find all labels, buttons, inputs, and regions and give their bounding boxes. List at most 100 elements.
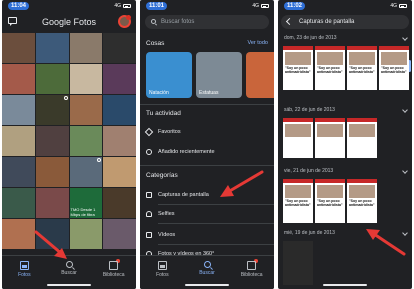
network-label: 4G bbox=[390, 3, 397, 9]
screenshot-thumbnail[interactable]: "Soy un poco antimadridista" bbox=[379, 46, 409, 90]
phone-icon bbox=[146, 191, 152, 198]
screenshot-header bbox=[347, 46, 377, 50]
status-network: 4G bbox=[252, 2, 269, 10]
photo-thumbnail[interactable] bbox=[69, 126, 103, 156]
screenshot-thumbnail[interactable]: "Soy un poco antimadridista" bbox=[283, 46, 313, 90]
date-header: dom, 23 de jun de 2013 bbox=[284, 34, 408, 43]
chevron-down-icon[interactable] bbox=[402, 168, 408, 174]
photo-thumbnail[interactable] bbox=[103, 157, 136, 187]
screenshot-thumbnail[interactable] bbox=[283, 241, 313, 285]
photo-thumbnail[interactable] bbox=[2, 95, 35, 125]
screenshot-thumbnail[interactable] bbox=[283, 118, 313, 158]
screenshot-thumbnail[interactable] bbox=[315, 118, 345, 158]
nav-photos-label: Fotos bbox=[18, 272, 31, 278]
photo-thumbnail[interactable] bbox=[2, 219, 35, 249]
network-label: 4G bbox=[252, 3, 259, 9]
title-fotos: Fotos bbox=[71, 17, 97, 27]
screenshot-image bbox=[317, 124, 343, 137]
photo-thumbnail[interactable] bbox=[69, 64, 103, 94]
photo-thumbnail[interactable] bbox=[103, 64, 136, 94]
screenshot-quote: "Soy un poco antimadridista" bbox=[349, 199, 375, 207]
list-item-selfies[interactable]: Selfies bbox=[146, 208, 268, 220]
list-item-videos[interactable]: Vídeos bbox=[146, 229, 268, 241]
selfie-icon bbox=[146, 210, 152, 217]
list-item-favorites[interactable]: Favoritos bbox=[144, 126, 268, 138]
screenshot-thumbnail[interactable]: "Soy un poco antimadridista" bbox=[347, 179, 377, 223]
see-all-link[interactable]: Ver todo bbox=[248, 40, 269, 46]
thing-card-statues[interactable]: Estatuas bbox=[196, 52, 242, 98]
photo-thumbnail[interactable] bbox=[35, 157, 69, 187]
star-icon bbox=[144, 127, 154, 136]
photo-thumbnail[interactable] bbox=[2, 188, 35, 218]
screenshot-thumbnail[interactable]: "Soy un poco antimadridista" bbox=[283, 179, 313, 223]
thumbnail-caption: TMO Desde 1 Mbps de fibra bbox=[70, 207, 96, 217]
photo-thumbnail[interactable] bbox=[35, 95, 69, 125]
divider bbox=[158, 204, 274, 205]
recent-label: Añadido recientemente bbox=[158, 149, 215, 155]
nav-search-label: Buscar bbox=[61, 270, 77, 276]
thing-card-3[interactable] bbox=[246, 52, 274, 98]
photo-thumbnail[interactable] bbox=[103, 95, 136, 125]
status-time: 11:01 bbox=[146, 2, 168, 10]
screenshot-thumbnail[interactable]: "Soy un poco antimadridista" bbox=[315, 179, 345, 223]
status-time: 11:04 bbox=[8, 2, 30, 10]
screenshot-thumbnail[interactable] bbox=[347, 118, 377, 158]
photo-thumbnail[interactable] bbox=[35, 126, 69, 156]
photo-thumbnail[interactable] bbox=[35, 33, 69, 63]
photos-icon bbox=[19, 261, 29, 270]
screenshot-image bbox=[349, 52, 375, 65]
nav-library[interactable]: Biblioteca bbox=[91, 256, 136, 289]
photo-thumbnail[interactable] bbox=[69, 157, 103, 187]
chevron-down-icon[interactable] bbox=[402, 35, 408, 41]
photo-thumbnail[interactable] bbox=[2, 157, 35, 187]
screenshot-image bbox=[349, 124, 375, 137]
nav-library[interactable]: Biblioteca bbox=[229, 256, 274, 289]
status-bar: 11:02 4G bbox=[278, 0, 412, 12]
screenshot-thumbnail[interactable]: "Soy un poco antimadridista" bbox=[347, 46, 377, 90]
photo-thumbnail[interactable] bbox=[103, 188, 136, 218]
avatar[interactable] bbox=[118, 15, 131, 28]
date-label: mié, 19 de jun de 2013 bbox=[284, 230, 335, 236]
status-bar: 11:04 4G bbox=[2, 0, 136, 12]
photo-thumbnail[interactable]: TMO Desde 1 Mbps de fibra bbox=[69, 188, 103, 218]
thing-card-swimming[interactable]: Natación bbox=[146, 52, 192, 98]
clock-icon bbox=[146, 148, 152, 155]
photo-thumbnail[interactable] bbox=[2, 33, 35, 63]
photo-thumbnail[interactable] bbox=[103, 219, 136, 249]
nav-photos-label: Fotos bbox=[156, 272, 169, 278]
screenshot-image bbox=[285, 185, 311, 198]
photo-thumbnail[interactable] bbox=[103, 33, 136, 63]
screenshot-quote: "Soy un poco antimadridista" bbox=[349, 66, 375, 74]
photo-thumbnail[interactable] bbox=[69, 95, 103, 125]
screenshot-header bbox=[283, 179, 313, 183]
activity-section-header: Tu actividad bbox=[146, 110, 268, 120]
screenshot-header bbox=[315, 118, 345, 122]
screenshot-image bbox=[349, 185, 375, 198]
search-input[interactable]: Buscar fotos bbox=[145, 15, 269, 29]
photo-thumbnail[interactable] bbox=[69, 33, 103, 63]
list-item-recent[interactable]: Añadido recientemente bbox=[146, 146, 268, 158]
photo-thumbnail[interactable] bbox=[2, 64, 35, 94]
screenshot-header bbox=[315, 46, 345, 50]
battery-icon bbox=[123, 3, 131, 8]
library-icon bbox=[247, 261, 257, 270]
nav-library-label: Biblioteca bbox=[240, 272, 263, 278]
screenshot-thumbnail[interactable]: "Soy un poco antimadridista" bbox=[315, 46, 345, 90]
thing-label: Estatuas bbox=[199, 90, 219, 96]
photo-thumbnail[interactable] bbox=[103, 126, 136, 156]
back-icon[interactable] bbox=[285, 17, 294, 26]
chevron-down-icon[interactable] bbox=[402, 107, 408, 113]
date-label: vie, 21 de jun de 2013 bbox=[284, 168, 334, 174]
photo-thumbnail[interactable] bbox=[35, 188, 69, 218]
photo-thumbnail[interactable] bbox=[2, 126, 35, 156]
photo-thumbnail[interactable] bbox=[69, 219, 103, 249]
nav-photos[interactable]: Fotos bbox=[140, 256, 185, 289]
divider bbox=[158, 223, 274, 224]
search-icon bbox=[65, 261, 73, 268]
photo-thumbnail[interactable] bbox=[35, 64, 69, 94]
date-label: dom, 23 de jun de 2013 bbox=[284, 35, 337, 41]
thing-label: Natación bbox=[149, 90, 169, 96]
phone-screenshots-album: 11:02 4G Capturas de pantalla dom, 23 de… bbox=[278, 0, 412, 289]
status-network: 4G bbox=[114, 2, 131, 10]
annotation-arrow bbox=[220, 170, 264, 197]
